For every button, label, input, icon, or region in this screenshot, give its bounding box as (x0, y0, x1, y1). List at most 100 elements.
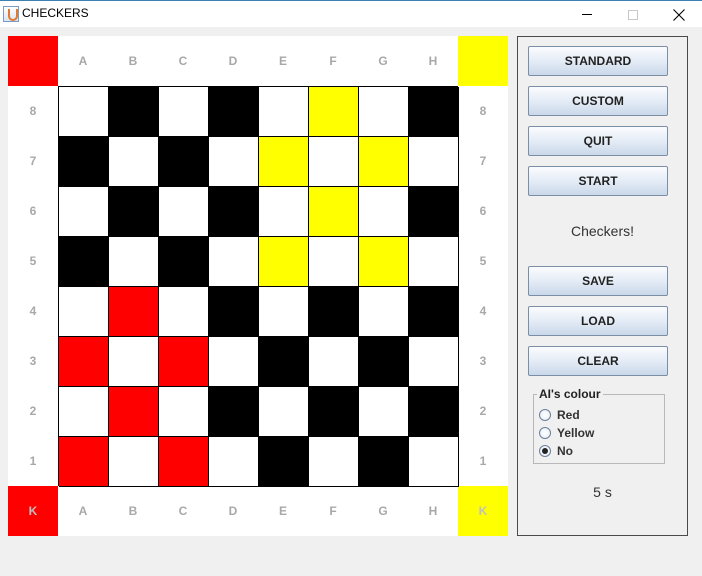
board-square-c4[interactable] (159, 287, 209, 337)
board-square-g5[interactable] (359, 237, 409, 287)
king-label-bottom-left: K (8, 486, 58, 536)
board-square-g7[interactable] (359, 137, 409, 187)
clear-button[interactable]: CLEAR (528, 346, 668, 376)
load-button[interactable]: LOAD (528, 306, 668, 336)
row-label-left: 7 (29, 154, 37, 168)
save-button[interactable]: SAVE (528, 266, 668, 296)
board-square-e6[interactable] (259, 187, 309, 237)
board-square-g8[interactable] (359, 87, 409, 137)
board-square-d6[interactable] (209, 187, 259, 237)
board-square-e3[interactable] (259, 337, 309, 387)
board-square-b8[interactable] (109, 87, 159, 137)
board-square-g3[interactable] (359, 337, 409, 387)
radio-option-no[interactable]: No (539, 444, 573, 458)
close-button[interactable] (656, 1, 702, 28)
board-square-f2[interactable] (309, 387, 359, 437)
board-square-h3[interactable] (409, 337, 459, 387)
board-square-a1[interactable] (59, 437, 109, 487)
board-square-h2[interactable] (409, 387, 459, 437)
board-square-e5[interactable] (259, 237, 309, 287)
radio-option-yellow[interactable]: Yellow (539, 426, 594, 440)
board-square-b1[interactable] (109, 437, 159, 487)
maximize-button[interactable] (610, 1, 656, 28)
board-square-h1[interactable] (409, 437, 459, 487)
start-button[interactable]: START (528, 166, 668, 196)
board-square-a8[interactable] (59, 87, 109, 137)
board-square-g4[interactable] (359, 287, 409, 337)
board-square-b7[interactable] (109, 137, 159, 187)
column-label-top: E (278, 54, 287, 68)
minimize-button[interactable] (564, 1, 610, 28)
board-square-c1[interactable] (159, 437, 209, 487)
radio-label: Yellow (557, 426, 595, 440)
column-label-top: C (178, 54, 188, 68)
status-message: Checkers! (570, 223, 635, 239)
board-square-g2[interactable] (359, 387, 409, 437)
column-label-bottom: E (278, 504, 287, 518)
board-square-c5[interactable] (159, 237, 209, 287)
board-square-e2[interactable] (259, 387, 309, 437)
board-square-f8[interactable] (309, 87, 359, 137)
board-square-d2[interactable] (209, 387, 259, 437)
board-square-a6[interactable] (59, 187, 109, 237)
board-square-b3[interactable] (109, 337, 159, 387)
board-square-e8[interactable] (259, 87, 309, 137)
board-square-d5[interactable] (209, 237, 259, 287)
board-square-c7[interactable] (159, 137, 209, 187)
board-square-f5[interactable] (309, 237, 359, 287)
radio-icon[interactable] (539, 427, 551, 439)
board-square-b4[interactable] (109, 287, 159, 337)
radio-icon[interactable] (539, 409, 551, 421)
board-square-c2[interactable] (159, 387, 209, 437)
board-square-d4[interactable] (209, 287, 259, 337)
row-label-right: 7 (479, 154, 487, 168)
radio-icon[interactable] (539, 445, 551, 457)
standard-button[interactable]: STANDARD (528, 46, 668, 76)
board-square-g1[interactable] (359, 437, 409, 487)
quit-button[interactable]: QUIT (528, 126, 668, 156)
radio-option-red[interactable]: Red (539, 408, 580, 422)
board-square-f6[interactable] (309, 187, 359, 237)
row-label-right: 4 (479, 304, 487, 318)
custom-button[interactable]: CUSTOM (528, 86, 668, 116)
row-label-left: 3 (29, 354, 37, 368)
board-square-h6[interactable] (409, 187, 459, 237)
board-square-f3[interactable] (309, 337, 359, 387)
corner-top-left (8, 36, 58, 86)
board-square-c3[interactable] (159, 337, 209, 387)
board-square-a7[interactable] (59, 137, 109, 187)
board-square-d1[interactable] (209, 437, 259, 487)
board-square-d7[interactable] (209, 137, 259, 187)
ai-colour-legend: AI's colour (537, 387, 603, 401)
row-label-right: 1 (479, 454, 487, 468)
board-square-e1[interactable] (259, 437, 309, 487)
java-cup-icon (3, 6, 19, 22)
board-square-e4[interactable] (259, 287, 309, 337)
board-square-e7[interactable] (259, 137, 309, 187)
control-panel: STANDARD CUSTOM QUIT START Checkers! SAV… (517, 36, 688, 536)
board-square-h8[interactable] (409, 87, 459, 137)
board-square-b6[interactable] (109, 187, 159, 237)
board-square-f1[interactable] (309, 437, 359, 487)
radio-label: Red (557, 408, 580, 422)
board-square-c8[interactable] (159, 87, 209, 137)
board-square-h7[interactable] (409, 137, 459, 187)
board-square-a2[interactable] (59, 387, 109, 437)
board-square-f4[interactable] (309, 287, 359, 337)
column-label-bottom: C (178, 504, 188, 518)
board-square-a3[interactable] (59, 337, 109, 387)
board-square-h4[interactable] (409, 287, 459, 337)
board-square-g6[interactable] (359, 187, 409, 237)
board-square-b2[interactable] (109, 387, 159, 437)
board-square-b5[interactable] (109, 237, 159, 287)
board-square-d8[interactable] (209, 87, 259, 137)
board-square-d3[interactable] (209, 337, 259, 387)
column-label-bottom: D (228, 504, 238, 518)
board-square-a5[interactable] (59, 237, 109, 287)
board-square-f7[interactable] (309, 137, 359, 187)
timer-display: 5 s (593, 484, 612, 500)
column-label-top: H (428, 54, 438, 68)
board-square-h5[interactable] (409, 237, 459, 287)
board-square-a4[interactable] (59, 287, 109, 337)
board-square-c6[interactable] (159, 187, 209, 237)
